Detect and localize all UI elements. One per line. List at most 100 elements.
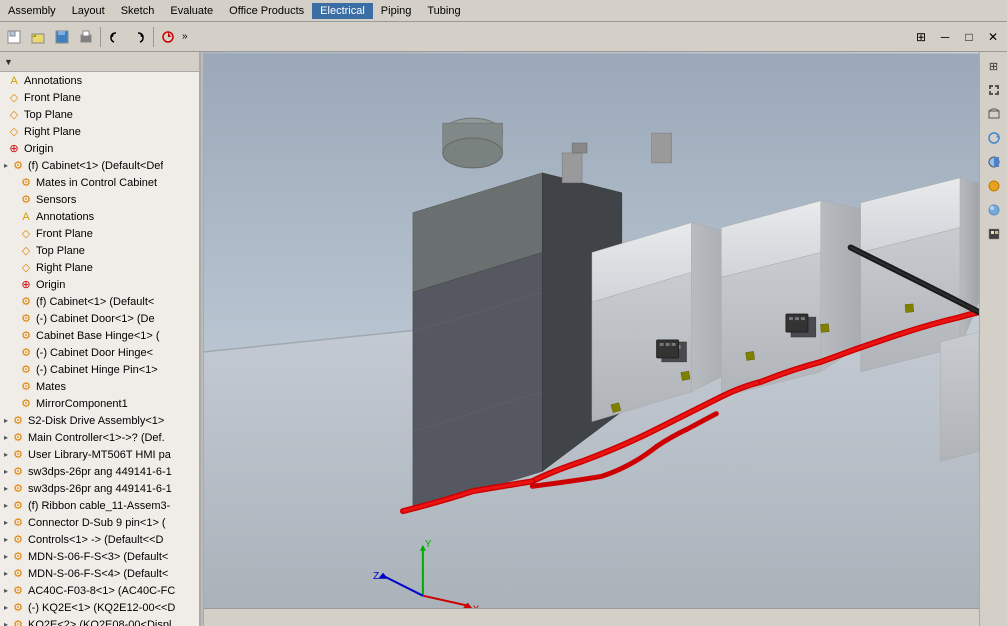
tree-label-annotations1: Annotations — [24, 75, 82, 87]
print-btn[interactable] — [75, 26, 97, 48]
zoom-to-fit-btn[interactable] — [983, 79, 1005, 101]
tree-item-ribbon-cable[interactable]: ▸⚙(f) Ribbon cable_11-Assem3- — [0, 497, 199, 514]
tree-item-top-plane1[interactable]: ◇Top Plane — [0, 106, 199, 123]
save-btn[interactable] — [51, 26, 73, 48]
options-btn[interactable]: ⊞ — [910, 26, 932, 48]
menu-office[interactable]: Office Products — [221, 3, 312, 19]
tree-item-mates-control[interactable]: ⚙Mates in Control Cabinet — [0, 174, 199, 191]
tree-item-origin2[interactable]: ⊕Origin — [0, 276, 199, 293]
tree-item-connector-d[interactable]: ▸⚙Connector D-Sub 9 pin<1> ( — [0, 514, 199, 531]
tree-item-mdn-s06-f-s3[interactable]: ▸⚙MDN-S-06-F-S<3> (Default< — [0, 548, 199, 565]
tree-expand-icon-ribbon-cable[interactable]: ▸ — [4, 501, 8, 510]
tree-expand-icon-user-library[interactable]: ▸ — [4, 450, 8, 459]
feature-tree-panel: ▼ AAnnotations◇Front Plane◇Top Plane◇Rig… — [0, 52, 200, 626]
menu-layout[interactable]: Layout — [64, 3, 113, 19]
menu-evaluate[interactable]: Evaluate — [162, 3, 221, 19]
main-toolbar: » ⊞ ─ □ ✕ — [0, 22, 1007, 52]
menu-sketch[interactable]: Sketch — [113, 3, 163, 19]
tree-item-cabinet1b[interactable]: ⚙(f) Cabinet<1> (Default< — [0, 293, 199, 310]
section-view-btn[interactable] — [983, 151, 1005, 173]
tree-item-front-plane2[interactable]: ◇Front Plane — [0, 225, 199, 242]
tree-item-sw3dps-2[interactable]: ▸⚙sw3dps-26pr ang 449141-6-1 — [0, 480, 199, 497]
menu-assembly[interactable]: Assembly — [0, 3, 64, 19]
tree-item-ac40c-f03[interactable]: ▸⚙AC40C-F03-8<1> (AC40C-FC — [0, 582, 199, 599]
tree-icon-cabinet-hinge-pin: ⚙ — [18, 362, 34, 378]
tree-item-sensors[interactable]: ⚙Sensors — [0, 191, 199, 208]
tree-item-sw3dps-1[interactable]: ▸⚙sw3dps-26pr ang 449141-6-1 — [0, 463, 199, 480]
tree-icon-main-ctrl: ⚙ — [10, 430, 26, 446]
tree-expand-icon-sw3dps-1[interactable]: ▸ — [4, 467, 8, 476]
tree-expand-icon-kq2e1[interactable]: ▸ — [4, 603, 8, 612]
undo-btn[interactable] — [104, 26, 126, 48]
menu-piping[interactable]: Piping — [373, 3, 420, 19]
tree-icon-top-plane1: ◇ — [6, 107, 22, 123]
scene-svg: X Y Z — [204, 52, 979, 626]
tree-icon-cabinet1: ⚙ — [10, 158, 26, 174]
tree-item-annotations2[interactable]: AAnnotations — [0, 208, 199, 225]
tree-expand-icon-connector-d[interactable]: ▸ — [4, 518, 8, 527]
svg-text:Z: Z — [373, 571, 379, 582]
tree-label-sw3dps-1: sw3dps-26pr ang 449141-6-1 — [28, 466, 172, 478]
rebuild-btn[interactable] — [157, 26, 179, 48]
tree-expand-icon-mdn-s06-f-s3[interactable]: ▸ — [4, 552, 8, 561]
3d-viewport[interactable]: X Y Z — [204, 52, 979, 626]
tree-icon-right-plane1: ◇ — [6, 124, 22, 140]
tree-item-kq2e1[interactable]: ▸⚙(-) KQ2E<1> (KQ2E12-00<<D — [0, 599, 199, 616]
tree-icon-top-plane2: ◇ — [18, 243, 34, 259]
tree-item-cabinet1[interactable]: ▸⚙(f) Cabinet<1> (Default<Def — [0, 157, 199, 174]
tree-expand-icon-main-ctrl[interactable]: ▸ — [4, 433, 8, 442]
tree-expand-icon-sw3dps-2[interactable]: ▸ — [4, 484, 8, 493]
rotate-view-btn[interactable] — [983, 127, 1005, 149]
tree-icon-kq2e1: ⚙ — [10, 600, 26, 616]
menu-electrical[interactable]: Electrical — [312, 3, 373, 19]
tree-label-cabinet1b: (f) Cabinet<1> (Default< — [36, 296, 154, 308]
tree-label-kq2e1: (-) KQ2E<1> (KQ2E12-00<<D — [28, 602, 175, 614]
menu-tubing[interactable]: Tubing — [419, 3, 468, 19]
perspective-btn[interactable] — [983, 103, 1005, 125]
tree-label-connector-d: Connector D-Sub 9 pin<1> ( — [28, 517, 166, 529]
tree-item-kq2e2[interactable]: ▸⚙KQ2E<2> (KQ2E08-00<Displ. — [0, 616, 199, 626]
tree-icon-controls1: ⚙ — [10, 532, 26, 548]
toolbar-expand[interactable]: » — [180, 31, 190, 42]
shaded-btn[interactable] — [983, 199, 1005, 221]
tree-item-right-plane2[interactable]: ◇Right Plane — [0, 259, 199, 276]
tree-item-right-plane1[interactable]: ◇Right Plane — [0, 123, 199, 140]
tree-item-s2-disk[interactable]: ▸⚙S2-Disk Drive Assembly<1> — [0, 412, 199, 429]
new-btn[interactable] — [3, 26, 25, 48]
window-close[interactable]: ✕ — [982, 26, 1004, 48]
tree-expand-icon-kq2e2[interactable]: ▸ — [4, 620, 8, 626]
tree-item-mirror1[interactable]: ⚙MirrorComponent1 — [0, 395, 199, 412]
tree-item-mates[interactable]: ⚙Mates — [0, 378, 199, 395]
tree-item-cabinet-base[interactable]: ⚙Cabinet Base Hinge<1> ( — [0, 327, 199, 344]
tree-item-annotations1[interactable]: AAnnotations — [0, 72, 199, 89]
tree-expand-icon-controls1[interactable]: ▸ — [4, 535, 8, 544]
window-min[interactable]: ─ — [934, 26, 956, 48]
display-style-btn[interactable] — [983, 175, 1005, 197]
tree-expand-icon-cabinet1[interactable]: ▸ — [4, 161, 8, 170]
tree-item-main-ctrl[interactable]: ▸⚙Main Controller<1>->? (Def. — [0, 429, 199, 446]
tree-expand-icon-mdn-s06-f-s4[interactable]: ▸ — [4, 569, 8, 578]
tree-label-right-plane1: Right Plane — [24, 126, 81, 138]
tree-item-cabinet-door-hinge[interactable]: ⚙(-) Cabinet Door Hinge< — [0, 344, 199, 361]
tree-expand-icon-s2-disk[interactable]: ▸ — [4, 416, 8, 425]
redo-btn[interactable] — [128, 26, 150, 48]
tree-item-controls1[interactable]: ▸⚙Controls<1> -> (Default<<D — [0, 531, 199, 548]
tree-label-cabinet-hinge-pin: (-) Cabinet Hinge Pin<1> — [36, 364, 158, 376]
svg-text:Y: Y — [425, 539, 432, 550]
window-max[interactable]: □ — [958, 26, 980, 48]
tree-expand-icon-ac40c-f03[interactable]: ▸ — [4, 586, 8, 595]
tree-item-cabinet-door[interactable]: ⚙(-) Cabinet Door<1> (De — [0, 310, 199, 327]
tree-collapse-toggle[interactable]: ▼ — [4, 57, 13, 67]
tree-icon-cabinet-door-hinge: ⚙ — [18, 345, 34, 361]
tree-item-user-library[interactable]: ▸⚙User Library-MT506T HMI pa — [0, 446, 199, 463]
tree-icon-connector-d: ⚙ — [10, 515, 26, 531]
tree-item-cabinet-hinge-pin[interactable]: ⚙(-) Cabinet Hinge Pin<1> — [0, 361, 199, 378]
open-btn[interactable] — [27, 26, 49, 48]
tree-item-mdn-s06-f-s4[interactable]: ▸⚙MDN-S-06-F-S<4> (Default< — [0, 565, 199, 582]
tree-icon-mates-control: ⚙ — [18, 175, 34, 191]
tree-item-origin1[interactable]: ⊕Origin — [0, 140, 199, 157]
tree-item-front-plane1[interactable]: ◇Front Plane — [0, 89, 199, 106]
view-options-btn[interactable]: ⊞ — [983, 55, 1005, 77]
render-btn[interactable] — [983, 223, 1005, 245]
tree-item-top-plane2[interactable]: ◇Top Plane — [0, 242, 199, 259]
